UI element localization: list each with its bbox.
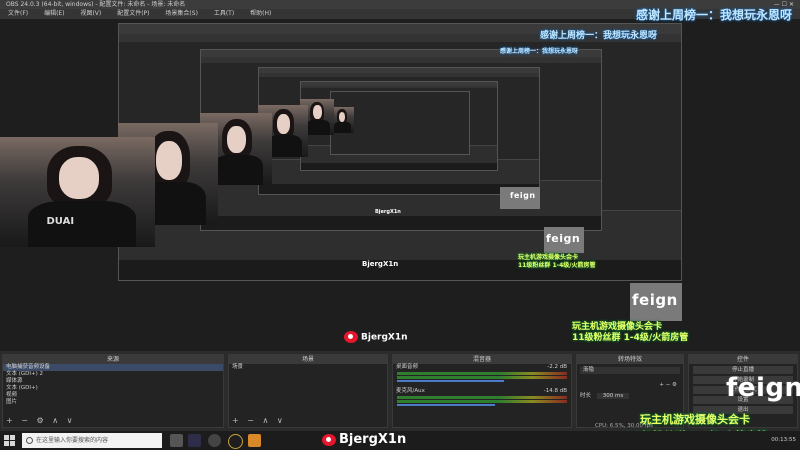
source-item[interactable]: 媒体源 — [3, 378, 223, 385]
windows-taskbar: 在这里输入你要搜索的内容 BjergX1n 00:13:55 — [0, 431, 800, 450]
source-item[interactable]: 视频 — [3, 392, 223, 399]
top-banner-copy-1: 感谢上周榜一：我想玩永恩呀 — [540, 31, 658, 41]
mixer-title: 混音器 — [393, 355, 571, 364]
feign-logo-large: feign — [726, 373, 800, 403]
transition-add-remove[interactable]: + − ⚙ — [577, 382, 683, 389]
watermark-copy-1: BjergX1n — [344, 331, 408, 343]
scene-item[interactable]: 场景 — [229, 364, 387, 371]
controls-title: 控件 — [689, 355, 797, 364]
feign-logo-box-3: feign — [500, 187, 540, 209]
watermark-main: BjergX1n — [322, 432, 406, 447]
scenes-title: 场景 — [229, 355, 387, 364]
sources-toolbar[interactable]: + − ⚙ ∧ ∨ — [6, 416, 75, 425]
menu-profile[interactable]: 配置文件(P) — [117, 10, 149, 17]
transition-select[interactable]: 渐隐 — [580, 367, 680, 374]
feign-logo-text-copy: feign — [546, 232, 581, 245]
promo-copy-1-line2: 11级粉丝群 1-4级/火箭房管 — [572, 333, 689, 343]
mixer-dock: 混音器 桌面音频 -2.2 dB 麦克风/Aux -14.8 dB — [392, 354, 572, 428]
mixer-channel-desktop: 桌面音频 -2.2 dB — [396, 364, 567, 370]
mixer-channel-mic: 麦克风/Aux -14.8 dB — [396, 388, 567, 394]
status-text: CPU: 6.5%, 30.00 fps — [595, 423, 654, 429]
mic-audio-meter-2 — [397, 400, 567, 403]
sources-dock: 来源 电脑捕获音频设备 文本 (GDI+) 2 媒体源 文本 (GDI+) 视频… — [2, 354, 224, 428]
feign-logo-box-1: feign — [630, 283, 682, 321]
search-icon — [26, 437, 33, 444]
mic-audio-meter — [397, 396, 567, 399]
desktop-audio-meter — [397, 372, 567, 375]
taskbar-clock: 00:13:55 — [771, 437, 796, 443]
menu-edit[interactable]: 编辑(E) — [44, 10, 64, 17]
webcam-feed: DUAI — [0, 137, 155, 247]
menu-scene-collection[interactable]: 场景集合(S) — [165, 10, 198, 17]
desktop-volume-slider[interactable] — [397, 380, 504, 382]
top-banner-text: 感谢上周榜一：我想玩永恩呀 — [635, 8, 792, 22]
desktop-audio-meter-2 — [397, 376, 567, 379]
feign-logo-box-2: feign — [544, 227, 584, 253]
menu-tools[interactable]: 工具(T) — [214, 10, 234, 17]
mic-volume-slider[interactable] — [397, 404, 495, 406]
scenes-toolbar[interactable]: + − ∧ ∨ — [232, 416, 286, 425]
watermark-copy-3: BjergX1n — [375, 209, 401, 215]
dock-area: 来源 电脑捕获音频设备 文本 (GDI+) 2 媒体源 文本 (GDI+) 视频… — [0, 351, 800, 443]
watermark-copy-2: BjergX1n — [362, 260, 399, 268]
folder-icon[interactable] — [248, 434, 261, 447]
windows-start-icon[interactable] — [4, 435, 15, 446]
menu-view[interactable]: 视图(V) — [80, 10, 101, 17]
sources-title: 来源 — [3, 355, 223, 364]
window-title: OBS 24.0.3 (64-bit, windows) - 配置文件: 未命名… — [6, 1, 186, 8]
source-item[interactable]: 文本 (GDI+) — [3, 385, 223, 392]
steam-icon[interactable] — [208, 434, 221, 447]
task-view-icon[interactable] — [170, 434, 183, 447]
taskbar-search-input[interactable]: 在这里输入你要搜索的内容 — [22, 433, 162, 448]
transitions-title: 转场特效 — [577, 355, 683, 364]
weibo-icon — [322, 433, 336, 446]
source-item[interactable]: 文本 (GDI+) 2 — [3, 371, 223, 378]
feign-logo-text: feign — [632, 291, 678, 309]
duration-input[interactable]: 300 ms — [596, 393, 630, 399]
feign-logo-text-copy2: feign — [510, 191, 536, 200]
obs-icon[interactable] — [188, 434, 201, 447]
weibo-icon — [344, 331, 358, 343]
top-banner-copy-2: 感谢上周榜一：我想玩永恩呀 — [500, 48, 579, 55]
shirt-text: DUAI — [46, 216, 75, 228]
preview-canvas[interactable]: DUAI 感谢上周榜一：我想玩永恩呀 感谢上周榜一：我想玩永恩呀 感谢上周榜一：… — [0, 8, 800, 351]
source-item[interactable]: 图片 — [3, 399, 223, 406]
menu-file[interactable]: 文件(F) — [8, 10, 28, 17]
transition-duration: 时长 300 ms — [577, 393, 683, 400]
edge-icon[interactable] — [228, 434, 243, 449]
source-item[interactable]: 电脑捕获音频设备 — [3, 364, 223, 371]
promo-copy-2-line2: 11级粉丝群 1-4级/火箭房管 — [518, 262, 596, 269]
menu-help[interactable]: 帮助(H) — [250, 10, 271, 17]
promo-line1-large: 玩主机游戏摄像头会卡 — [640, 413, 750, 426]
scenes-dock: 场景 场景 + − ∧ ∨ — [228, 354, 388, 428]
